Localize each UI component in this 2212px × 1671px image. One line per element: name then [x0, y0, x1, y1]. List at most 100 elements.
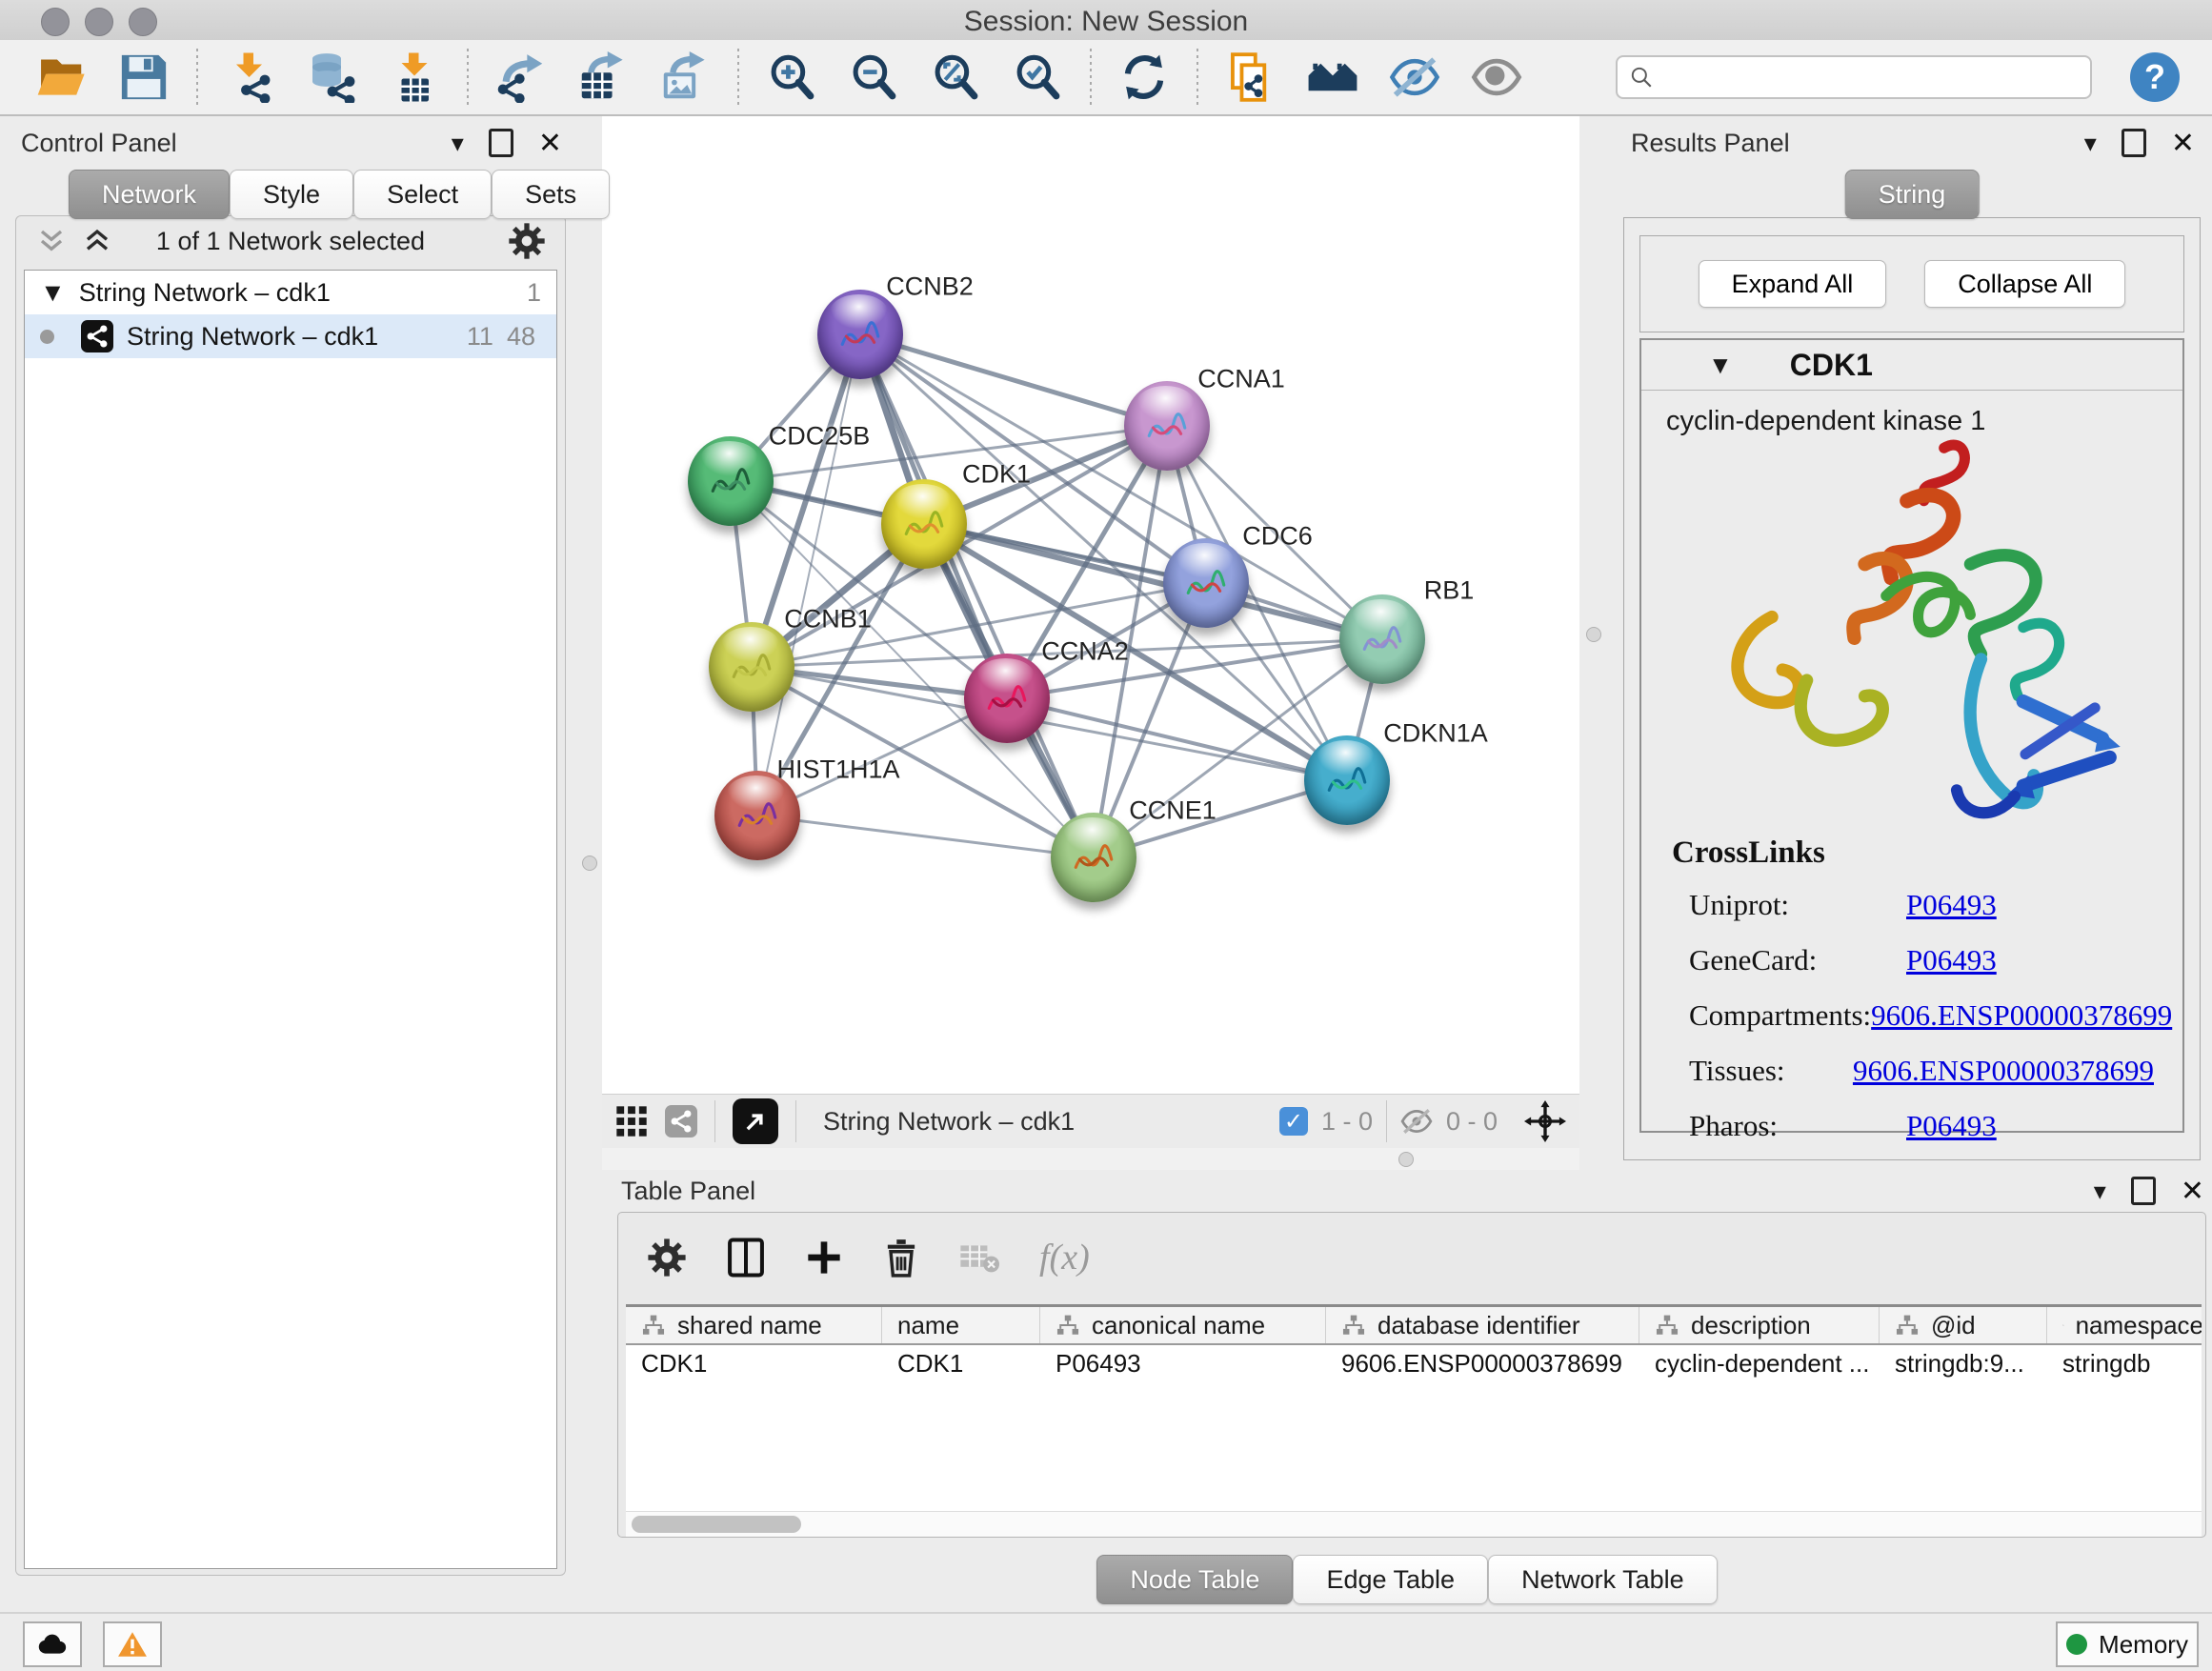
show-columns-icon[interactable] [727, 1237, 765, 1278]
tab-style[interactable]: Style [230, 170, 353, 219]
tab-network[interactable]: Network [69, 170, 230, 219]
warnings-button[interactable] [103, 1621, 162, 1667]
crosslink-link[interactable]: P06493 [1906, 888, 1997, 922]
right-splitter-handle[interactable] [1586, 627, 1601, 642]
tab-string[interactable]: String [1845, 170, 1980, 219]
collapse-all-button[interactable]: Collapse All [1924, 260, 2125, 308]
tab-sets[interactable]: Sets [492, 170, 610, 219]
float-panel-icon[interactable] [2122, 129, 2146, 157]
float-panel-icon[interactable] [2131, 1177, 2156, 1205]
crosslink-link[interactable]: P06493 [1906, 1109, 1997, 1143]
network-node-CDC6[interactable] [1163, 538, 1249, 628]
zoom-in-icon[interactable] [762, 48, 821, 107]
column-header-canonical-name[interactable]: canonical name [1040, 1307, 1326, 1343]
zoom-fit-icon[interactable] [926, 48, 985, 107]
network-node-RB1[interactable] [1339, 594, 1425, 684]
node-table: shared namenamecanonical namedatabase id… [626, 1304, 2202, 1537]
grid-view-icon[interactable] [615, 1105, 648, 1137]
crosslink-link[interactable]: 9606.ENSP00000378699 [1853, 1054, 2154, 1088]
horizontal-splitter-handle[interactable] [1398, 1152, 1414, 1167]
search-box[interactable] [1616, 55, 2092, 99]
column-header--id[interactable]: @id [1880, 1307, 2047, 1343]
delete-column-icon[interactable] [883, 1237, 919, 1278]
node-label-CCNB1: CCNB1 [784, 605, 872, 634]
network-node-CDC25B[interactable] [688, 436, 774, 526]
crosslink-link[interactable]: 9606.ENSP00000378699 [1871, 998, 2172, 1033]
tab-select[interactable]: Select [353, 170, 492, 219]
collapse-panel-icon[interactable]: ▾ [452, 129, 464, 158]
gear-icon[interactable] [508, 222, 546, 260]
tab-node-table[interactable]: Node Table [1096, 1555, 1293, 1604]
collapse-panel-icon[interactable]: ▾ [2084, 129, 2097, 158]
tab-network-table[interactable]: Network Table [1488, 1555, 1718, 1604]
column-header-name[interactable]: name [882, 1307, 1040, 1343]
close-panel-icon[interactable]: ✕ [538, 127, 562, 160]
table-hscrollbar[interactable] [626, 1511, 2202, 1537]
collapse-gene-icon[interactable]: ▼ [1708, 351, 1733, 380]
network-node-CCNB1[interactable] [709, 622, 794, 712]
cloud-status-button[interactable] [23, 1621, 82, 1667]
toolbar-separator [737, 49, 739, 106]
column-header-shared-name[interactable]: shared name [626, 1307, 882, 1343]
network-node-CDK1[interactable] [881, 479, 967, 569]
collapse-panel-icon[interactable]: ▾ [2094, 1177, 2106, 1206]
pan-tool-icon[interactable] [1524, 1100, 1566, 1142]
tree-expander-icon[interactable]: ▼ [40, 278, 66, 308]
zoom-selected-icon[interactable] [1008, 48, 1067, 107]
export-image-icon[interactable] [655, 48, 714, 107]
open-session-icon[interactable] [32, 48, 91, 107]
hide-selected-icon[interactable] [1385, 48, 1444, 107]
import-network-file-icon[interactable] [221, 48, 280, 107]
network-node-CCNB2[interactable] [817, 290, 903, 379]
single-view-icon[interactable] [665, 1105, 697, 1137]
tab-edge-table[interactable]: Edge Table [1293, 1555, 1488, 1604]
table-hscrollbar-thumb[interactable] [632, 1516, 801, 1533]
add-column-icon[interactable] [805, 1238, 843, 1277]
birds-eye-view-icon[interactable] [733, 1098, 778, 1144]
column-header-description[interactable]: description [1639, 1307, 1880, 1343]
network-row[interactable]: String Network – cdk1 11 48 [25, 314, 556, 358]
save-session-icon[interactable] [114, 48, 173, 107]
network-node-CCNA1[interactable] [1124, 381, 1210, 471]
show-all-icon[interactable] [1467, 48, 1526, 107]
selected-indicator-checkbox[interactable]: ✓ [1279, 1107, 1308, 1136]
export-table-icon[interactable] [573, 48, 633, 107]
table-cell[interactable]: cyclin-dependent ... [1639, 1345, 1880, 1381]
crosslink-link[interactable]: P06493 [1906, 943, 1997, 977]
horizontal-splitter[interactable] [602, 1148, 1579, 1170]
network-node-CCNA2[interactable] [964, 654, 1050, 743]
hidden-indicator-icon[interactable] [1400, 1108, 1433, 1135]
import-network-database-icon[interactable] [303, 48, 362, 107]
table-cell[interactable]: 9606.ENSP00000378699 [1326, 1345, 1639, 1381]
gene-card-header[interactable]: ▼ CDK1 [1641, 340, 2182, 391]
help-icon[interactable]: ? [2130, 52, 2180, 102]
network-node-CCNE1[interactable] [1051, 813, 1136, 902]
table-row[interactable]: CDK1CDK1P064939606.ENSP00000378699cyclin… [626, 1345, 2202, 1381]
left-splitter-handle[interactable] [582, 856, 597, 871]
close-panel-icon[interactable]: ✕ [2181, 1175, 2204, 1208]
network-collection-row[interactable]: ▼ String Network – cdk1 1 [25, 271, 556, 314]
first-neighbors-icon[interactable] [1303, 48, 1362, 107]
import-table-file-icon[interactable] [385, 48, 444, 107]
table-cell[interactable]: CDK1 [882, 1345, 1040, 1381]
zoom-out-icon[interactable] [844, 48, 903, 107]
table-cell[interactable]: stringdb:9... [1880, 1345, 2047, 1381]
refresh-view-icon[interactable] [1115, 48, 1174, 107]
table-panel-title: Table Panel [621, 1177, 755, 1206]
export-network-icon[interactable] [492, 48, 551, 107]
table-gear-icon[interactable] [647, 1238, 687, 1278]
table-cell[interactable]: CDK1 [626, 1345, 882, 1381]
search-input[interactable] [1654, 62, 2079, 93]
clone-network-icon[interactable] [1221, 48, 1280, 107]
float-panel-icon[interactable] [489, 129, 513, 157]
column-header-database-identifier[interactable]: database identifier [1326, 1307, 1639, 1343]
network-node-CDKN1A[interactable] [1304, 735, 1390, 825]
table-cell[interactable]: stringdb [2047, 1345, 2202, 1381]
memory-status-dot [2066, 1634, 2087, 1655]
close-panel-icon[interactable]: ✕ [2171, 127, 2195, 160]
table-cell[interactable]: P06493 [1040, 1345, 1326, 1381]
expand-all-button[interactable]: Expand All [1699, 260, 1887, 308]
column-header-namespace[interactable]: namespace [2047, 1307, 2202, 1343]
memory-button[interactable]: Memory [2056, 1621, 2199, 1667]
network-canvas[interactable]: CCNB2 CCNA1 CDC25B CDK1 CDC6 RB1 CCNB1 C… [602, 116, 1579, 1094]
